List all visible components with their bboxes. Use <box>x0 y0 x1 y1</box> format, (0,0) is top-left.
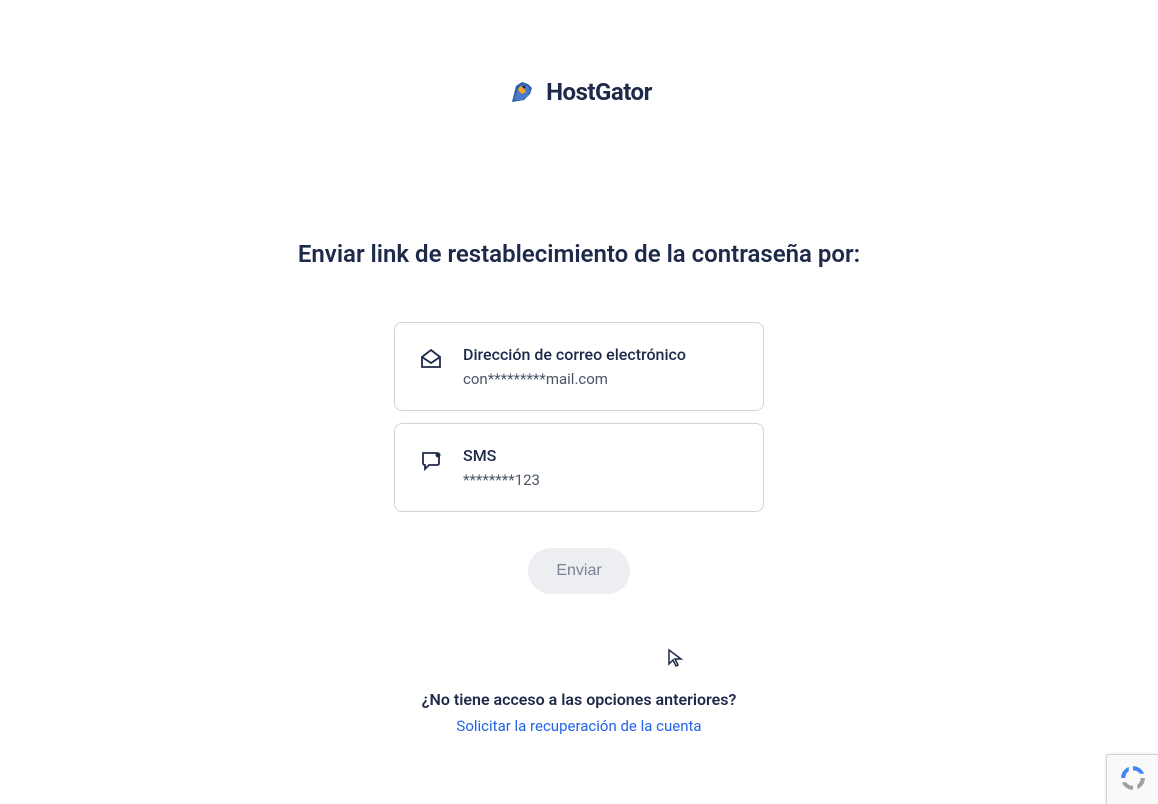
brand-logo: HostGator <box>506 74 652 110</box>
gator-mascot-icon <box>506 74 538 110</box>
option-sms-value: ********123 <box>463 471 540 489</box>
footer-question: ¿No tiene acceso a las opciones anterior… <box>422 690 737 709</box>
submit-button[interactable]: Enviar <box>528 548 629 594</box>
brand-name: HostGator <box>546 78 652 106</box>
account-recovery-link[interactable]: Solicitar la recuperación de la cuenta <box>456 717 701 735</box>
option-email-value: con*********mail.com <box>463 370 686 388</box>
option-sms[interactable]: SMS ********123 <box>394 423 764 512</box>
email-icon <box>419 347 443 371</box>
reset-options: Dirección de correo electrónico con*****… <box>394 322 764 512</box>
page-title: Enviar link de restablecimiento de la co… <box>298 240 860 268</box>
footer: ¿No tiene acceso a las opciones anterior… <box>422 690 737 735</box>
sms-icon <box>419 448 443 472</box>
option-sms-label: SMS <box>463 446 540 465</box>
recaptcha-icon <box>1116 761 1150 799</box>
option-email-label: Dirección de correo electrónico <box>463 345 686 364</box>
recaptcha-badge[interactable] <box>1106 754 1158 804</box>
option-email[interactable]: Dirección de correo electrónico con*****… <box>394 322 764 411</box>
